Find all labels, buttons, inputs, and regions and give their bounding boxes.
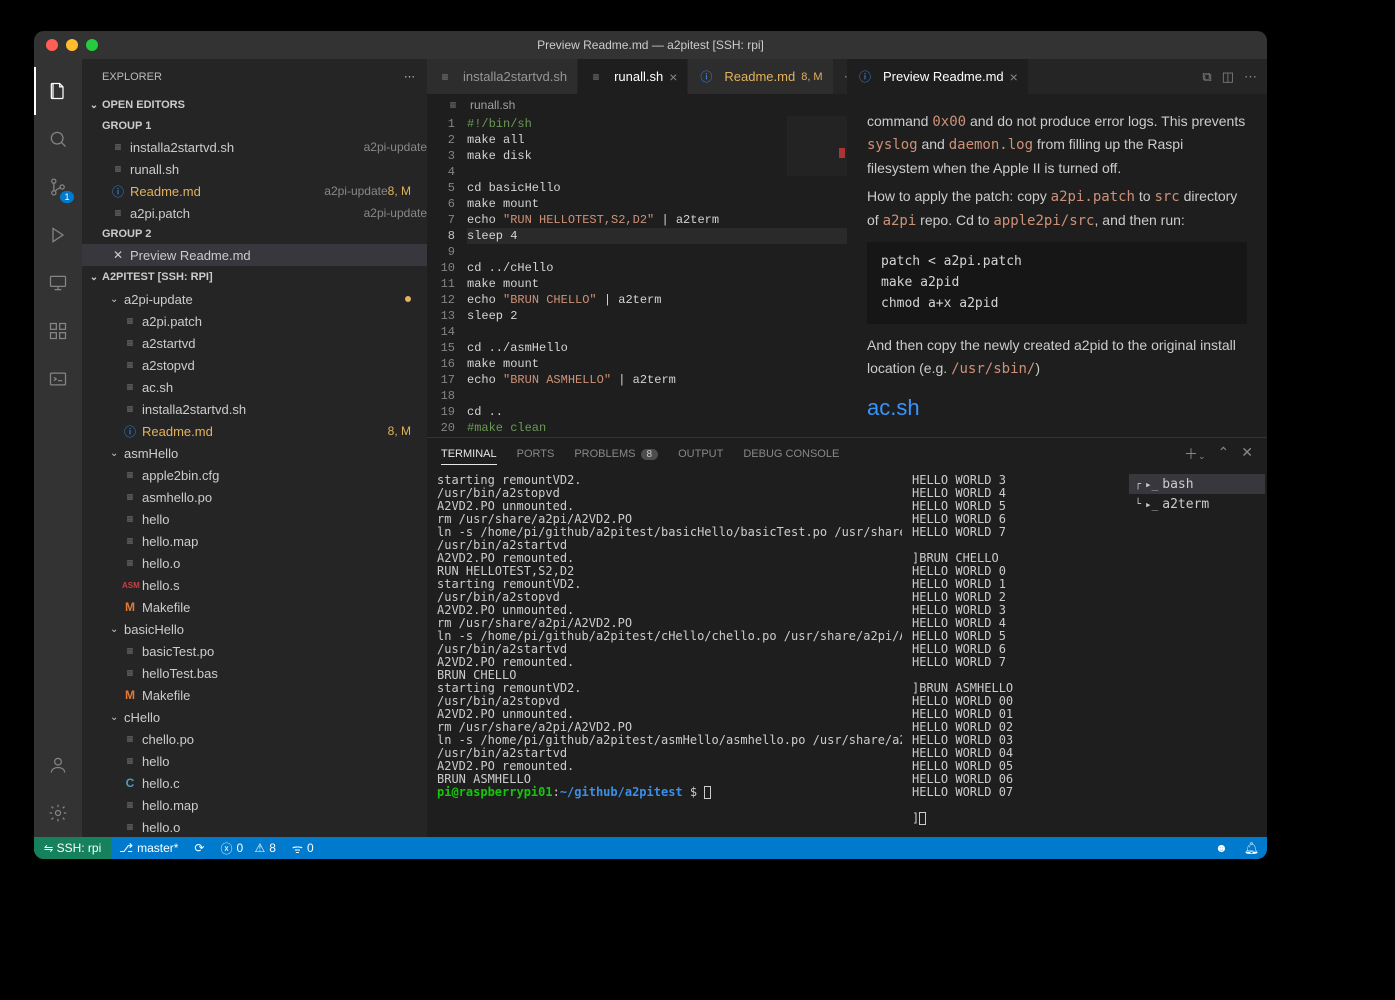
- file-item[interactable]: ≡installa2startvd.sha2pi-update: [82, 136, 427, 158]
- file-item[interactable]: MMakefile: [82, 596, 427, 618]
- file-item[interactable]: ≡a2pi.patcha2pi-update: [82, 202, 427, 224]
- activity-bar: 1: [34, 59, 82, 837]
- folder-item[interactable]: ⌄asmHello: [82, 442, 427, 464]
- terminal-item-bash[interactable]: ┌▸_bash: [1129, 474, 1265, 494]
- editor-tab[interactable]: ⓘReadme.md8, M: [688, 59, 833, 94]
- zoom-window[interactable]: [86, 39, 98, 51]
- file-item[interactable]: ≡a2startvd: [82, 332, 427, 354]
- file-item[interactable]: ⓘReadme.md8, M: [82, 420, 427, 442]
- file-item[interactable]: ≡a2pi.patch: [82, 310, 427, 332]
- terminal-icon[interactable]: [34, 355, 82, 403]
- file-item[interactable]: ≡hello.map: [82, 794, 427, 816]
- split-icon[interactable]: ◫: [1222, 69, 1234, 85]
- explorer-sidebar: EXPLORER ⋯ ⌄OPEN EDITORS GROUP 1 ≡instal…: [82, 59, 427, 837]
- open-editors-section[interactable]: ⌄OPEN EDITORS: [82, 94, 427, 116]
- file-item[interactable]: ≡basicTest.po: [82, 640, 427, 662]
- file-item[interactable]: ≡ac.sh: [82, 376, 427, 398]
- editor-tab[interactable]: ≡installa2startvd.sh: [427, 59, 578, 94]
- file-item[interactable]: ⓘReadme.mda2pi-update8, M: [82, 180, 427, 202]
- problems-status[interactable]: ⓧ0 ⚠8: [212, 837, 284, 859]
- file-item[interactable]: ≡hello.o: [82, 552, 427, 574]
- show-source-icon[interactable]: ⧉: [1202, 69, 1211, 85]
- preview-heading: ac.sh: [867, 390, 1247, 425]
- file-item[interactable]: ≡hello.map: [82, 530, 427, 552]
- tab-output[interactable]: OUTPUT: [678, 444, 723, 464]
- titlebar: Preview Readme.md — a2pitest [SSH: rpi]: [34, 31, 1267, 59]
- source-control-icon[interactable]: 1: [34, 163, 82, 211]
- editor-area: ≡installa2startvd.sh≡runall.sh×ⓘReadme.m…: [427, 59, 1267, 837]
- editor-tab[interactable]: ≡runall.sh×: [578, 59, 688, 94]
- maximize-panel-icon[interactable]: ⌃: [1218, 444, 1230, 464]
- window-title: Preview Readme.md — a2pitest [SSH: rpi]: [34, 38, 1267, 52]
- remote-explorer-icon[interactable]: [34, 259, 82, 307]
- search-icon[interactable]: [34, 115, 82, 163]
- group-1-label: GROUP 1: [82, 116, 427, 136]
- explorer-header: EXPLORER ⋯: [82, 59, 427, 94]
- file-item[interactable]: ≡runall.sh: [82, 158, 427, 180]
- new-terminal-icon[interactable]: ＋⌄: [1184, 444, 1206, 464]
- code-editor[interactable]: ≡runall.sh 12345678910111213141516171819…: [427, 94, 847, 437]
- traffic-lights: [34, 39, 98, 51]
- close-icon[interactable]: ×: [669, 69, 677, 85]
- tabs-row: ≡installa2startvd.sh≡runall.sh×ⓘReadme.m…: [427, 59, 1267, 94]
- file-item[interactable]: ≡hello.o: [82, 816, 427, 837]
- run-debug-icon[interactable]: [34, 211, 82, 259]
- folder-item[interactable]: ⌄cHello: [82, 706, 427, 728]
- panel-tabs: TERMINAL PORTS PROBLEMS 8 OUTPUT DEBUG C…: [427, 438, 1267, 470]
- close-panel-icon[interactable]: ✕: [1241, 444, 1253, 464]
- group-2-label: GROUP 2: [82, 224, 427, 244]
- bell-icon[interactable]: 🔔︎: [1236, 841, 1267, 855]
- app-window: Preview Readme.md — a2pitest [SSH: rpi] …: [34, 31, 1267, 859]
- tab-debug-console[interactable]: DEBUG CONSOLE: [743, 444, 839, 464]
- file-item[interactable]: ≡a2stopvd: [82, 354, 427, 376]
- more-icon[interactable]: ⋯: [1244, 69, 1257, 85]
- close-window[interactable]: [46, 39, 58, 51]
- feedback-icon[interactable]: ☻: [1207, 841, 1236, 855]
- sync-icon[interactable]: ⟳: [186, 837, 212, 859]
- folder-item[interactable]: ⌄basicHello: [82, 618, 427, 640]
- file-item[interactable]: ≡hello: [82, 508, 427, 530]
- more-icon[interactable]: ⋯: [404, 70, 415, 83]
- remote-indicator[interactable]: ⇋ SSH: rpi: [34, 837, 111, 859]
- terminal-list: ┌▸_bash └▸_a2term: [1127, 470, 1267, 837]
- terminal-output-left[interactable]: starting remountVD2. /usr/bin/a2stopvd A…: [427, 470, 902, 837]
- git-branch[interactable]: ⎇master*: [111, 837, 186, 859]
- editor-tab[interactable]: ⓘPreview Readme.md×: [847, 59, 1029, 94]
- scm-badge: 1: [60, 191, 74, 203]
- accounts-icon[interactable]: [34, 741, 82, 789]
- extensions-icon[interactable]: [34, 307, 82, 355]
- file-item[interactable]: ASMhello.s: [82, 574, 427, 596]
- close-icon[interactable]: ×: [1010, 69, 1018, 85]
- minimap[interactable]: [787, 116, 847, 216]
- file-item[interactable]: ≡installa2startvd.sh: [82, 398, 427, 420]
- markdown-preview[interactable]: command 0x00 and do not produce error lo…: [847, 94, 1267, 437]
- tab-problems[interactable]: PROBLEMS 8: [574, 444, 658, 464]
- minimize-window[interactable]: [66, 39, 78, 51]
- workspace-section[interactable]: ⌄A2PITEST [SSH: RPI]: [82, 266, 427, 288]
- file-item[interactable]: MMakefile: [82, 684, 427, 706]
- folder-a2pi-update[interactable]: ⌄a2pi-update: [82, 288, 427, 310]
- breadcrumbs[interactable]: ≡runall.sh: [427, 94, 847, 116]
- terminal-output-right[interactable]: HELLO WORLD 3 HELLO WORLD 4 HELLO WORLD …: [902, 470, 1127, 837]
- file-item[interactable]: ≡apple2bin.cfg: [82, 464, 427, 486]
- ports-status[interactable]: ᯤ0: [284, 837, 322, 859]
- explorer-icon[interactable]: [34, 67, 82, 115]
- file-item[interactable]: ≡asmhello.po: [82, 486, 427, 508]
- settings-icon[interactable]: [34, 789, 82, 837]
- file-item[interactable]: Chello.c: [82, 772, 427, 794]
- file-item[interactable]: ≡helloTest.bas: [82, 662, 427, 684]
- status-bar: ⇋ SSH: rpi ⎇master* ⟳ ⓧ0 ⚠8 ᯤ0 ☻ 🔔︎: [34, 837, 1267, 859]
- file-item[interactable]: ≡hello: [82, 750, 427, 772]
- terminal-item-a2term[interactable]: └▸_a2term: [1129, 494, 1265, 514]
- tab-terminal[interactable]: TERMINAL: [441, 444, 497, 465]
- file-item[interactable]: ✕Preview Readme.md: [82, 244, 427, 266]
- tab-ports[interactable]: PORTS: [517, 444, 555, 464]
- bottom-panel: TERMINAL PORTS PROBLEMS 8 OUTPUT DEBUG C…: [427, 437, 1267, 837]
- file-item[interactable]: ≡chello.po: [82, 728, 427, 750]
